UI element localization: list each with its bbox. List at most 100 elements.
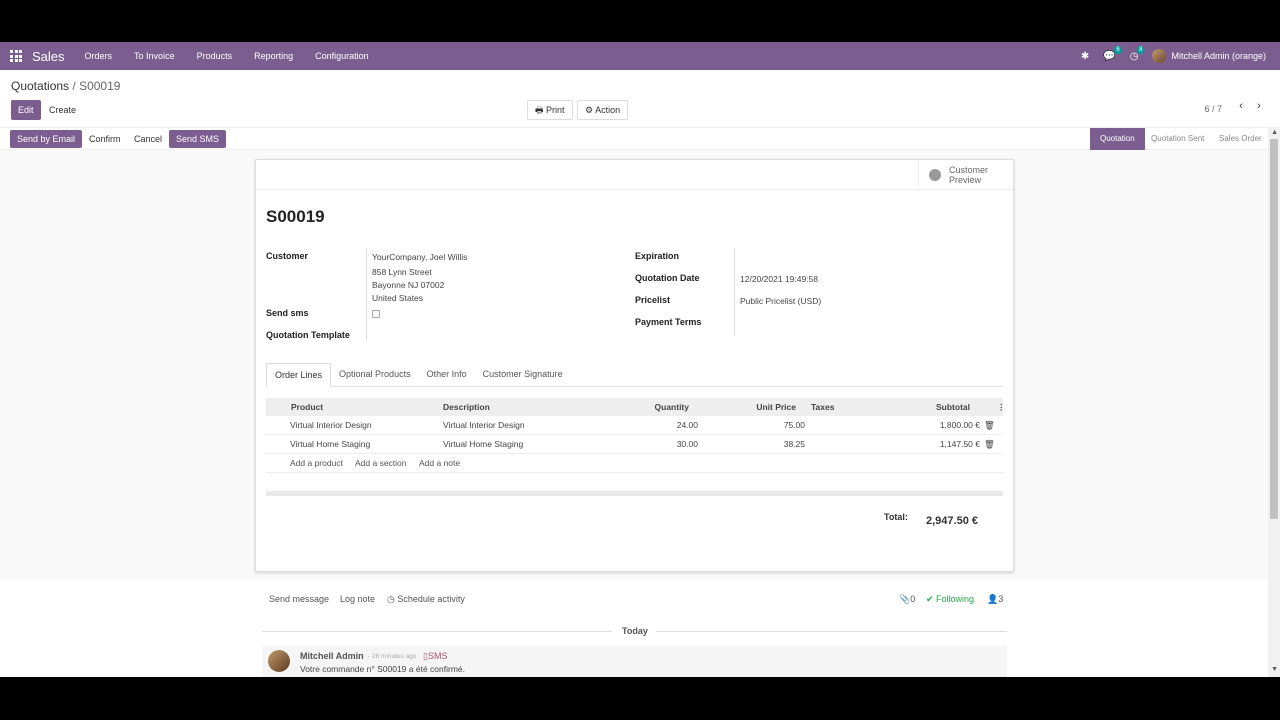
following-button[interactable]: ✔ Following bbox=[926, 594, 974, 605]
send-sms-label: Send sms bbox=[266, 308, 309, 318]
confirm-button[interactable]: Confirm bbox=[82, 130, 128, 148]
followers-button[interactable]: 👤3 bbox=[987, 594, 1003, 605]
trash-icon[interactable]: 🗑 bbox=[984, 416, 995, 434]
clock-icon: ◷ bbox=[387, 594, 395, 604]
user-name: Mitchell Admin (orange) bbox=[1171, 51, 1266, 61]
followers-count: 3 bbox=[998, 594, 1004, 604]
action-button[interactable]: ⚙ Action bbox=[577, 100, 629, 120]
gear-icon: ⚙ bbox=[585, 105, 594, 115]
create-button[interactable]: Create bbox=[42, 100, 84, 120]
user-menu[interactable]: Mitchell Admin (orange) bbox=[1152, 49, 1266, 63]
cancel-button[interactable]: Cancel bbox=[127, 130, 170, 148]
chat-icon[interactable]: 💬 6 bbox=[1103, 45, 1122, 62]
tab-optional-products[interactable]: Optional Products bbox=[331, 363, 419, 386]
row-product: Virtual Home Staging bbox=[290, 439, 371, 449]
user-icon: 👤 bbox=[987, 594, 999, 604]
menu-to-invoice[interactable]: To Invoice bbox=[134, 51, 175, 61]
message-author[interactable]: Mitchell Admin bbox=[300, 651, 364, 661]
log-note-button[interactable]: Log note bbox=[340, 594, 375, 604]
activity-badge: 8 bbox=[1137, 45, 1145, 54]
customer-field[interactable]: YourCompany, Joel Willis bbox=[372, 252, 467, 262]
row-subtotal: 1,800.00 € bbox=[939, 420, 980, 430]
menu-orders[interactable]: Orders bbox=[85, 51, 113, 61]
attachments-button[interactable]: 📎0 bbox=[899, 594, 915, 605]
print-icon: 🖶 bbox=[535, 105, 544, 115]
globe-icon bbox=[929, 169, 941, 181]
customer-country: United States bbox=[372, 293, 424, 303]
payment-terms-label: Payment Terms bbox=[635, 317, 702, 327]
table-row[interactable]: Virtual Interior Design Virtual Interior… bbox=[266, 416, 1003, 435]
message-time: - 28 minutes ago bbox=[368, 653, 417, 660]
col-quantity[interactable]: Quantity bbox=[606, 398, 689, 416]
print-label: Print bbox=[546, 105, 565, 115]
schedule-activity-button[interactable]: ◷ Schedule activity bbox=[387, 594, 465, 605]
col-description[interactable]: Description bbox=[443, 398, 490, 416]
app-brand[interactable]: Sales bbox=[32, 49, 65, 64]
quotation-date-field[interactable]: 12/20/2021 19:49:58 bbox=[740, 274, 818, 284]
pager-value[interactable]: 6 / 7 bbox=[1204, 104, 1222, 114]
message-body: Votre commande n° S00019 a été confirmé. bbox=[300, 664, 465, 674]
scroll-down-icon[interactable]: ▼ bbox=[1271, 666, 1278, 673]
column-options-icon[interactable]: ⋮ bbox=[997, 398, 1006, 416]
row-product: Virtual Interior Design bbox=[290, 420, 372, 430]
trash-icon[interactable]: 🗑 bbox=[984, 435, 995, 453]
add-product-link[interactable]: Add a product bbox=[290, 454, 343, 472]
send-by-email-button[interactable]: Send by Email bbox=[10, 130, 83, 148]
order-lines-table: Product Description Quantity Unit Price … bbox=[266, 398, 1006, 473]
col-taxes[interactable]: Taxes bbox=[811, 398, 834, 416]
today-separator: Today bbox=[622, 626, 648, 636]
tab-customer-signature[interactable]: Customer Signature bbox=[475, 363, 571, 386]
pager-next-icon[interactable]: › bbox=[1251, 100, 1267, 112]
edit-button[interactable]: Edit bbox=[11, 100, 41, 120]
customer-preview-button[interactable]: Customer Preview bbox=[918, 160, 1013, 190]
apps-menu-icon[interactable] bbox=[10, 50, 22, 62]
add-section-link[interactable]: Add a section bbox=[355, 454, 407, 472]
breadcrumb-quotations[interactable]: Quotations bbox=[11, 79, 69, 93]
customer-preview-line1: Customer bbox=[949, 165, 989, 175]
total-label: Total: bbox=[884, 512, 908, 522]
row-quantity: 30.00 bbox=[676, 439, 698, 449]
add-note-link[interactable]: Add a note bbox=[419, 454, 460, 472]
menu-reporting[interactable]: Reporting bbox=[254, 51, 293, 61]
breadcrumb: Quotations / S00019 bbox=[11, 79, 120, 93]
stage-quotation[interactable]: Quotation bbox=[1090, 128, 1145, 150]
author-avatar[interactable] bbox=[268, 650, 290, 672]
activity-icon[interactable]: ◷ 8 bbox=[1130, 45, 1145, 62]
row-unit-price: 75.00 bbox=[783, 420, 805, 430]
tab-other-info[interactable]: Other Info bbox=[419, 363, 475, 386]
send-message-button[interactable]: Send message bbox=[269, 594, 329, 604]
stage-sales-order[interactable]: Sales Order bbox=[1219, 128, 1262, 150]
quotation-template-label: Quotation Template bbox=[266, 330, 350, 340]
menu-configuration[interactable]: Configuration bbox=[315, 51, 369, 61]
today-line-right bbox=[656, 631, 1007, 632]
col-subtotal[interactable]: Subtotal bbox=[886, 398, 970, 416]
chat-badge: 6 bbox=[1114, 45, 1122, 54]
following-label: Following bbox=[936, 594, 975, 604]
today-line-left bbox=[262, 631, 612, 632]
customer-preview-line2: Preview bbox=[949, 175, 982, 185]
total-value: 2,947.50 € bbox=[926, 515, 978, 527]
send-sms-button[interactable]: Send SMS bbox=[169, 130, 227, 148]
send-sms-checkbox[interactable] bbox=[372, 310, 380, 318]
row-description: Virtual Interior Design bbox=[443, 420, 525, 430]
col-product[interactable]: Product bbox=[291, 398, 323, 416]
expiration-label: Expiration bbox=[635, 251, 680, 261]
bug-icon[interactable]: ✱ bbox=[1081, 51, 1089, 62]
menu-products[interactable]: Products bbox=[197, 51, 233, 61]
table-row[interactable]: Virtual Home Staging Virtual Home Stagin… bbox=[266, 435, 1003, 454]
scroll-thumb[interactable] bbox=[1270, 139, 1278, 519]
button-box: Customer Preview bbox=[256, 160, 1013, 190]
document-title: S00019 bbox=[266, 207, 325, 226]
top-navbar: Sales Orders To Invoice Products Reporti… bbox=[0, 42, 1280, 70]
stage-quotation-sent[interactable]: Quotation Sent bbox=[1151, 128, 1204, 150]
row-description: Virtual Home Staging bbox=[443, 439, 524, 449]
col-unit-price[interactable]: Unit Price bbox=[716, 398, 796, 416]
pager-prev-icon[interactable]: ‹ bbox=[1233, 100, 1249, 112]
scroll-up-icon[interactable]: ▲ bbox=[1271, 129, 1278, 136]
attachments-count: 0 bbox=[910, 594, 916, 604]
tab-order-lines[interactable]: Order Lines bbox=[266, 363, 332, 387]
pricelist-field[interactable]: Public Pricelist (USD) bbox=[740, 296, 821, 306]
form-sheet: Customer Preview S00019 Customer YourCom… bbox=[255, 159, 1014, 572]
sms-badge[interactable]: ▯SMS bbox=[423, 651, 447, 662]
print-button[interactable]: 🖶 Print bbox=[527, 100, 573, 120]
